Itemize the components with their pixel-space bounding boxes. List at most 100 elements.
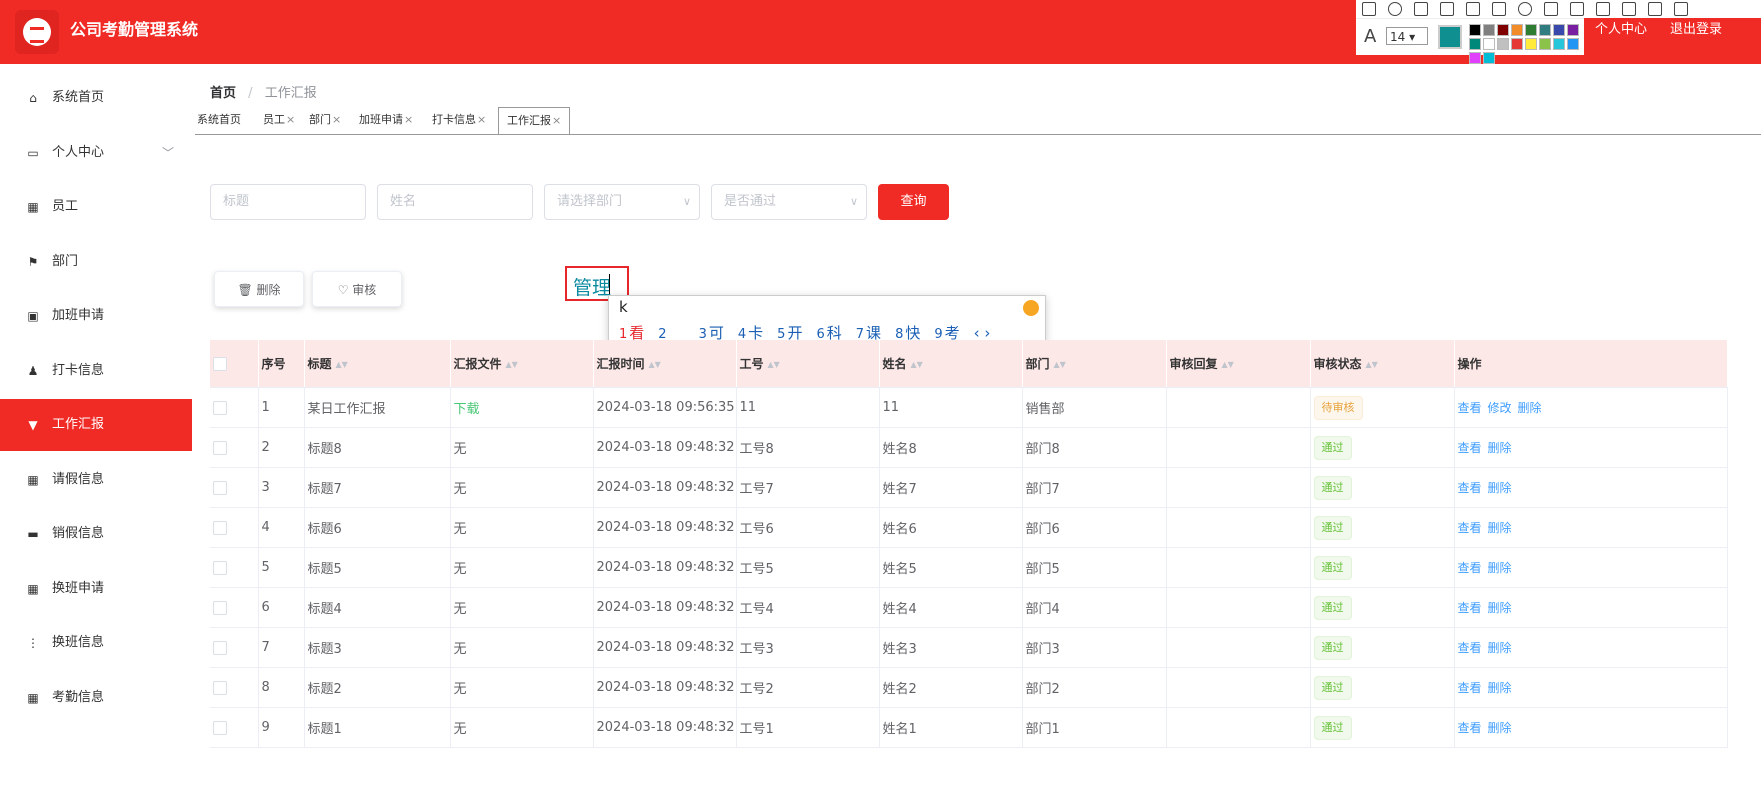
view-link[interactable]: 查看: [1458, 521, 1482, 535]
mosaic-tool-icon[interactable]: [1466, 2, 1480, 16]
view-link[interactable]: 查看: [1458, 481, 1482, 495]
pass-status-select[interactable]: 是否通过 ∨: [711, 184, 867, 220]
delete-link[interactable]: 删除: [1488, 521, 1512, 535]
tab[interactable]: 员工×: [263, 107, 295, 133]
view-link[interactable]: 查看: [1458, 561, 1482, 575]
view-link[interactable]: 查看: [1458, 441, 1482, 455]
select-all-checkbox[interactable]: [213, 356, 227, 371]
sidebar-item[interactable]: ⌂ 系统首页: [0, 72, 192, 124]
query-button[interactable]: 查询: [878, 184, 949, 220]
color-swatch[interactable]: [1525, 24, 1537, 36]
row-checkbox[interactable]: [213, 400, 227, 415]
color-swatch[interactable]: [1539, 24, 1551, 36]
sort-icon[interactable]: ▲▼: [911, 360, 923, 369]
delete-link[interactable]: 删除: [1488, 601, 1512, 615]
close-icon[interactable]: ×: [477, 113, 486, 126]
view-link[interactable]: 查看: [1458, 641, 1482, 655]
text-tool-icon[interactable]: [1492, 2, 1506, 16]
sort-icon[interactable]: ▲▼: [506, 360, 518, 369]
row-checkbox[interactable]: [213, 600, 227, 615]
sidebar-item[interactable]: ⋮ 换班信息: [0, 617, 192, 669]
expand-icon[interactable]: [1622, 2, 1636, 16]
color-swatch[interactable]: [1497, 24, 1509, 36]
color-swatch[interactable]: [1525, 38, 1537, 50]
view-link[interactable]: 查看: [1458, 401, 1482, 415]
sidebar-item[interactable]: ▦ 请假信息: [0, 454, 192, 506]
sort-icon[interactable]: ▲▼: [1366, 360, 1378, 369]
column-header[interactable]: 审核回复 ▲▼: [1166, 340, 1311, 388]
tab[interactable]: 打卡信息×: [432, 107, 486, 133]
column-header[interactable]: 汇报时间 ▲▼: [593, 340, 737, 388]
close-icon[interactable]: [1700, 2, 1714, 16]
sidebar-item[interactable]: ▦ 考勤信息: [0, 672, 192, 724]
font-size-select[interactable]: 14 ▾: [1386, 27, 1428, 45]
column-header[interactable]: 汇报文件 ▲▼: [450, 340, 594, 388]
personal-center-link[interactable]: 个人中心: [1595, 18, 1647, 37]
breadcrumb-home[interactable]: 首页: [210, 86, 236, 101]
view-link[interactable]: 查看: [1458, 601, 1482, 615]
row-checkbox[interactable]: [213, 480, 227, 495]
delete-link[interactable]: 删除: [1488, 681, 1512, 695]
copy-icon[interactable]: [1596, 2, 1610, 16]
sidebar-item[interactable]: ▭ 个人中心 ﹀: [0, 127, 192, 179]
column-header[interactable]: 姓名 ▲▼: [879, 340, 1023, 388]
download-link[interactable]: 下载: [454, 402, 480, 417]
tab[interactable]: 部门×: [309, 107, 341, 133]
color-swatch[interactable]: [1553, 38, 1565, 50]
sort-icon[interactable]: ▲▼: [768, 360, 780, 369]
delete-button[interactable]: 🗑 删除: [214, 271, 304, 307]
number-tool-icon[interactable]: [1518, 2, 1532, 16]
color-swatch[interactable]: [1469, 52, 1481, 64]
ellipse-tool-icon[interactable]: [1388, 2, 1402, 16]
sidebar-item[interactable]: ▦ 换班申请: [0, 563, 192, 615]
name-search-input[interactable]: 姓名: [377, 184, 533, 220]
delete-link[interactable]: 删除: [1518, 401, 1542, 415]
review-button[interactable]: ♡ 审核: [312, 271, 402, 307]
current-color-swatch[interactable]: [1438, 25, 1462, 49]
sidebar-item[interactable]: ▦ 员工: [0, 181, 192, 233]
pen-tool-icon[interactable]: [1440, 2, 1454, 16]
color-swatch[interactable]: [1567, 38, 1579, 50]
row-checkbox[interactable]: [213, 680, 227, 695]
edit-link[interactable]: 修改: [1488, 401, 1512, 415]
color-swatch[interactable]: [1497, 38, 1509, 50]
row-checkbox[interactable]: [213, 720, 227, 735]
title-search-input[interactable]: 标题: [210, 184, 366, 220]
tab[interactable]: 工作汇报×: [498, 107, 571, 135]
logout-link[interactable]: 退出登录: [1670, 18, 1722, 37]
sidebar-item[interactable]: ▬ 销假信息: [0, 508, 192, 560]
emoji-icon[interactable]: [1023, 300, 1039, 316]
sort-icon[interactable]: ▲▼: [1222, 360, 1234, 369]
row-checkbox[interactable]: [213, 640, 227, 655]
view-link[interactable]: 查看: [1458, 721, 1482, 735]
tab[interactable]: 系统首页: [197, 107, 241, 133]
pin-icon[interactable]: [1648, 2, 1662, 16]
row-checkbox[interactable]: [213, 560, 227, 575]
close-icon[interactable]: ×: [332, 113, 341, 126]
rect-tool-icon[interactable]: [1362, 2, 1376, 16]
department-select[interactable]: 请选择部门 ∨: [544, 184, 700, 220]
row-checkbox[interactable]: [213, 440, 227, 455]
color-swatch[interactable]: [1483, 24, 1495, 36]
color-swatch[interactable]: [1539, 38, 1551, 50]
color-swatch[interactable]: [1469, 24, 1481, 36]
sidebar-item[interactable]: ▼ 工作汇报: [0, 399, 192, 451]
save-icon[interactable]: [1674, 2, 1688, 16]
color-swatch[interactable]: [1567, 24, 1579, 36]
row-checkbox[interactable]: [213, 520, 227, 535]
view-link[interactable]: 查看: [1458, 681, 1482, 695]
color-swatch[interactable]: [1511, 24, 1523, 36]
sort-icon[interactable]: ▲▼: [649, 360, 661, 369]
delete-link[interactable]: 删除: [1488, 561, 1512, 575]
color-swatch[interactable]: [1511, 38, 1523, 50]
column-header[interactable]: 审核状态 ▲▼: [1310, 340, 1455, 388]
delete-link[interactable]: 删除: [1488, 481, 1512, 495]
delete-link[interactable]: 删除: [1488, 641, 1512, 655]
arrow-tool-icon[interactable]: [1414, 2, 1428, 16]
close-icon[interactable]: ×: [286, 113, 295, 126]
sort-icon[interactable]: ▲▼: [1054, 360, 1066, 369]
sidebar-item[interactable]: ♟ 打卡信息: [0, 345, 192, 397]
sidebar-item[interactable]: ▣ 加班申请: [0, 290, 192, 342]
sidebar-item[interactable]: ⚑ 部门: [0, 236, 192, 288]
confirm-icon[interactable]: [1726, 2, 1740, 16]
